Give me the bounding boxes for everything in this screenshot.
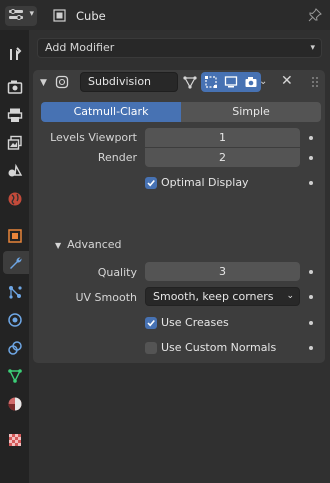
object-name: Cube [76,9,106,23]
checkbox-empty-icon [145,341,157,354]
edit-mode-icon [205,76,217,88]
properties-header: ▾ Cube [0,0,330,30]
tab-world[interactable] [3,187,26,210]
texture-icon [8,433,21,446]
advanced-label: Advanced [67,238,122,251]
keyframe-dot-icon[interactable] [309,346,313,350]
tab-view-layer[interactable] [3,131,26,154]
quality-label: Quality [97,266,137,279]
mesh-data-icon [7,368,22,383]
editor-type-button[interactable]: ▾ [5,6,37,26]
world-icon [8,192,21,205]
subdivision-type-selector: Catmull-Clark Simple [41,102,321,122]
tab-output[interactable] [3,103,26,126]
tab-object[interactable] [3,224,26,247]
object-icon [7,228,22,243]
modifier-properties: Add Modifier ▾ ▼ Subdivision ⌄ ✕ Catmull… [29,30,330,483]
on-cage-toggle[interactable] [180,72,200,92]
subdivision-modifier-panel: ▼ Subdivision ⌄ ✕ Catmull-Clark Simple L… [33,70,325,363]
render-levels-field[interactable]: 2 [145,148,300,167]
quality-field[interactable]: 3 [145,262,300,281]
simple-button[interactable]: Simple [181,102,321,122]
catmull-clark-button[interactable]: Catmull-Clark [41,102,181,122]
collapse-arrow-icon[interactable]: ▼ [40,78,47,88]
tab-tool[interactable] [3,42,26,65]
modifier-name-field[interactable]: Subdivision [80,72,178,92]
use-creases-label: Use Creases [161,316,229,329]
properties-editor-icon [8,8,24,25]
material-icon [8,397,21,410]
collapse-arrow-icon: ▼ [55,241,62,250]
uv-smooth-value: Smooth, keep corners [153,290,274,303]
render-toggle[interactable] [241,72,261,92]
tab-particles[interactable] [3,280,26,303]
close-icon[interactable]: ✕ [281,73,293,89]
object-cube-icon [53,9,66,22]
use-creases-checkbox[interactable]: Use Creases [145,316,229,329]
advanced-subpanel-header[interactable]: ▼ Advanced [55,238,122,251]
uv-smooth-label: UV Smooth [75,291,137,304]
keyframe-dot-icon[interactable] [309,156,313,160]
levels-viewport-label: Levels Viewport [50,131,137,144]
tab-material[interactable] [3,392,26,415]
keyframe-dot-icon[interactable] [309,181,313,185]
scene-icon [8,163,22,176]
wrench-icon [10,256,22,269]
tab-modifiers[interactable] [3,251,29,274]
subdivision-modifier-icon [55,75,69,89]
use-custom-normals-label: Use Custom Normals [161,341,277,354]
chevron-down-icon: ⌄ [286,291,294,301]
output-icon [7,108,22,122]
render-icon [7,80,22,94]
use-custom-normals-checkbox[interactable]: Use Custom Normals [145,341,276,354]
chevron-down-icon: ▾ [310,43,315,53]
edit-mode-toggle[interactable] [201,72,221,92]
keyframe-dot-icon[interactable] [309,136,313,140]
properties-tabs [0,30,29,483]
tab-physics[interactable] [3,308,26,331]
physics-icon [7,312,22,327]
constraints-icon [7,340,22,355]
render-levels-label: Render [97,151,137,164]
add-modifier-label: Add Modifier [45,41,115,54]
tab-constraints[interactable] [3,336,26,359]
pin-icon[interactable] [308,8,322,22]
view-layer-icon [7,135,22,150]
keyframe-dot-icon[interactable] [309,270,313,274]
optimal-display-label: Optimal Display [161,176,249,189]
modifier-header: ▼ Subdivision ⌄ ✕ [33,70,325,96]
tab-render[interactable] [3,75,26,98]
tab-data[interactable] [3,364,26,387]
vertex-triangle-icon [183,76,197,89]
tab-scene[interactable] [3,159,26,182]
tool-icon [9,46,21,60]
tab-texture[interactable] [3,428,26,451]
optimal-display-checkbox[interactable]: Optimal Display [145,176,249,189]
monitor-icon [224,76,238,88]
drag-handle-icon[interactable] [310,76,320,88]
camera-icon [245,77,257,87]
add-modifier-button[interactable]: Add Modifier ▾ [37,38,322,58]
uv-smooth-dropdown[interactable]: Smooth, keep corners ⌄ [145,287,300,306]
keyframe-dot-icon[interactable] [309,295,313,299]
checkmark-icon [145,316,157,329]
keyframe-dot-icon[interactable] [309,321,313,325]
chevron-down-icon[interactable]: ⌄ [259,76,267,87]
chevron-down-icon: ▾ [29,9,34,19]
levels-viewport-field[interactable]: 1 [145,128,300,147]
particles-icon [8,285,22,299]
checkmark-icon [145,176,157,189]
realtime-toggle[interactable] [221,72,241,92]
